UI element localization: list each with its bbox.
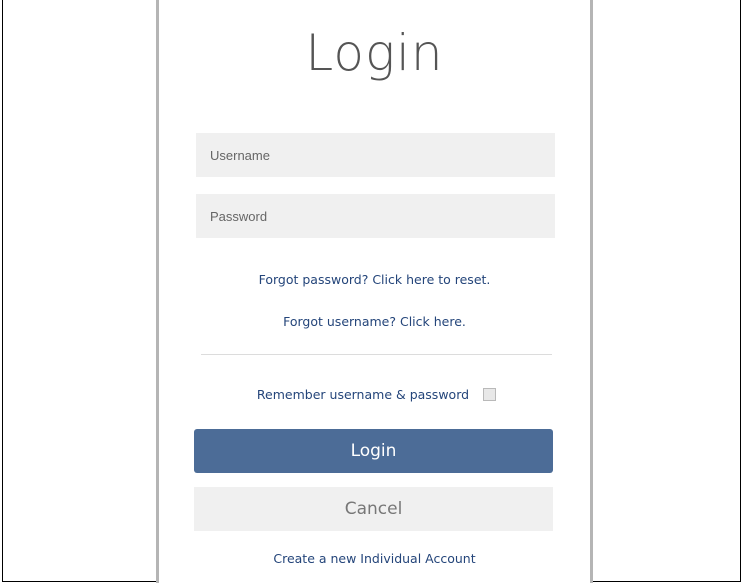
divider <box>201 354 552 355</box>
remember-checkbox[interactable] <box>483 387 497 401</box>
forgot-username-link[interactable]: Forgot username? Click here. <box>159 314 590 329</box>
remember-row: Remember username & password <box>159 384 590 404</box>
forgot-password-link[interactable]: Forgot password? Click here to reset. <box>159 272 590 287</box>
create-account-link[interactable]: Create a new Individual Account <box>159 551 590 566</box>
password-input[interactable] <box>196 194 555 238</box>
remember-label: Remember username & password <box>256 386 470 402</box>
login-button[interactable]: Login <box>194 429 553 473</box>
page-title: Login <box>305 24 444 82</box>
login-panel: Login Forgot password? Click here to res… <box>156 0 593 583</box>
username-input[interactable] <box>196 133 555 177</box>
cancel-button[interactable]: Cancel <box>194 487 553 531</box>
